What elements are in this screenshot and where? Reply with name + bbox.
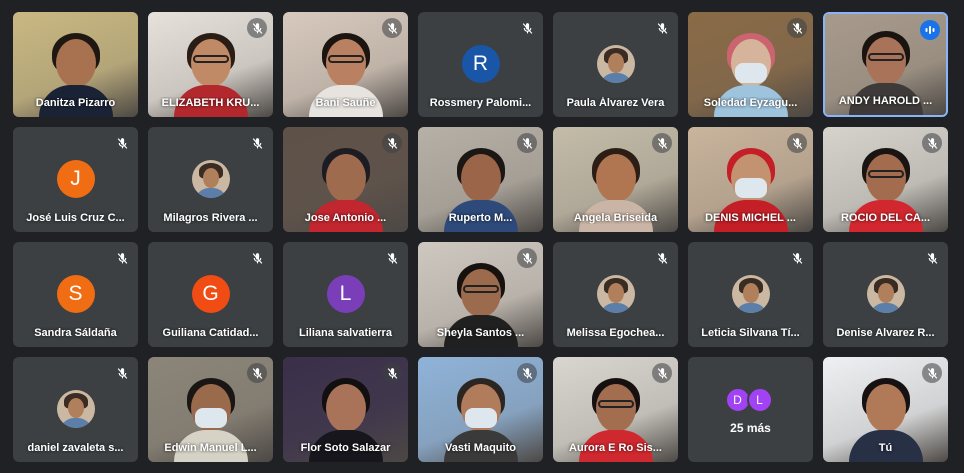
mic-off-icon: [382, 248, 402, 268]
participant-tile-sheyla-santos[interactable]: Sheyla Santos ...: [418, 242, 543, 347]
participant-tile-andy-harold[interactable]: ANDY HAROLD ...: [823, 12, 948, 117]
mic-off-icon: [112, 363, 132, 383]
avatar: J: [56, 160, 95, 198]
participant-tile-elizabeth-kru[interactable]: ELIZABETH KRU...: [148, 12, 273, 117]
mini-avatar: L: [746, 387, 773, 413]
avatar: G: [191, 275, 230, 313]
participant-tile-liliana-salvatierra[interactable]: L Liliana salvatierra: [283, 242, 408, 347]
mic-off-icon: [922, 248, 942, 268]
participant-tile-rocio-del-ca[interactable]: ROCIO DEL CA...: [823, 127, 948, 232]
mic-off-icon: [787, 18, 807, 38]
participant-name: Paula Álvarez Vera: [566, 97, 665, 109]
mic-off-icon: [517, 18, 537, 38]
participant-tile-angela-briseida[interactable]: Angela Briseida: [553, 127, 678, 232]
participant-tile-denis-michel[interactable]: DENIS MICHEL ...: [688, 127, 813, 232]
mic-off-icon: [652, 133, 672, 153]
avatar: L: [326, 275, 365, 313]
mic-off-icon: [787, 248, 807, 268]
participant-name: ANDY HAROLD ...: [838, 95, 933, 107]
mic-off-icon: [517, 133, 537, 153]
participant-name: Flor Soto Salazar: [300, 442, 391, 454]
participant-name: Rossmery Palomi...: [429, 97, 532, 109]
participant-name: Melissa Egochea...: [566, 327, 665, 339]
participant-tile-bani-saune[interactable]: Bani Sauñe: [283, 12, 408, 117]
mic-off-icon: [922, 363, 942, 383]
mic-off-icon: [112, 133, 132, 153]
participant-name: Jose Antonio ...: [304, 212, 387, 224]
mic-off-icon: [112, 248, 132, 268]
participant-tile-flor-soto-salazar[interactable]: Flor Soto Salazar: [283, 357, 408, 462]
mic-off-icon: [247, 133, 267, 153]
mic-off-icon: [247, 18, 267, 38]
avatar: [596, 275, 635, 313]
participant-name: ROCIO DEL CA...: [840, 212, 931, 224]
participant-tile-sandra-saldana[interactable]: S Sandra Sáldaña: [13, 242, 138, 347]
participant-name: Liliana salvatierra: [299, 327, 392, 339]
more-participants-label: 25 más: [730, 421, 771, 435]
mic-off-icon: [652, 248, 672, 268]
avatar: [191, 160, 230, 198]
participant-name: Danitza Pizarro: [35, 97, 116, 109]
participant-tile-edwin-manuel-l[interactable]: Edwin Manuel L...: [148, 357, 273, 462]
participant-tile-denise-alvarez-r[interactable]: Denise Alvarez R...: [823, 242, 948, 347]
mic-off-icon: [652, 18, 672, 38]
participant-tile-leticia-silvana-ti[interactable]: Leticia Silvana Tí...: [688, 242, 813, 347]
participant-tile-tu[interactable]: Tú: [823, 357, 948, 462]
participant-tile-danitza-pizarro[interactable]: Danitza Pizarro: [13, 12, 138, 117]
mic-off-icon: [247, 248, 267, 268]
mic-off-icon: [247, 363, 267, 383]
participant-tile-jose-luis-cruz-c[interactable]: J José Luis Cruz C...: [13, 127, 138, 232]
participant-name: Guiliana Catidad...: [162, 327, 259, 339]
participant-tile-milagros-rivera[interactable]: Milagros Rivera ...: [148, 127, 273, 232]
participant-tile-paula-alvarez-vera[interactable]: Paula Álvarez Vera: [553, 12, 678, 117]
participant-tile-25-mas[interactable]: D L 25 más: [688, 357, 813, 462]
avatar: [596, 45, 635, 83]
mic-off-icon: [382, 18, 402, 38]
mic-off-icon: [787, 133, 807, 153]
participant-name: Edwin Manuel L...: [164, 442, 257, 454]
participant-name: Aurora E Ro Sis...: [569, 442, 662, 454]
participant-name: Soledad Eyzagu...: [703, 97, 798, 109]
participant-tile-daniel-zavaleta-s[interactable]: daniel zavaleta s...: [13, 357, 138, 462]
avatar: [56, 390, 95, 428]
participant-name: Sandra Sáldaña: [34, 327, 117, 339]
avatar: [866, 275, 905, 313]
speaking-indicator-icon: [920, 20, 940, 40]
mic-off-icon: [652, 363, 672, 383]
participant-name: Angela Briseida: [573, 212, 658, 224]
participant-tile-rossmery-palomi[interactable]: R Rossmery Palomi...: [418, 12, 543, 117]
mic-off-icon: [922, 133, 942, 153]
more-participants-avatars: DL: [724, 387, 773, 413]
participant-tile-vasti-maquito[interactable]: Vasti Maquito: [418, 357, 543, 462]
mic-off-icon: [382, 133, 402, 153]
participant-grid: Danitza Pizarro ELIZABETH KRU... Bani Sauñ…: [13, 12, 948, 462]
participant-name: José Luis Cruz C...: [26, 212, 125, 224]
participant-name: ELIZABETH KRU...: [161, 97, 260, 109]
participant-name: Bani Sauñe: [315, 97, 376, 109]
participant-name: Vasti Maquito: [445, 442, 516, 454]
participant-name: Tú: [878, 442, 893, 454]
participant-tile-melissa-egochea[interactable]: Melissa Egochea...: [553, 242, 678, 347]
participant-tile-guiliana-catidad[interactable]: G Guiliana Catidad...: [148, 242, 273, 347]
participant-name: Denise Alvarez R...: [836, 327, 935, 339]
participant-name: Sheyla Santos ...: [436, 327, 525, 339]
avatar: R: [461, 45, 500, 83]
participant-tile-soledad-eyzagu[interactable]: Soledad Eyzagu...: [688, 12, 813, 117]
participant-name: Ruperto M...: [448, 212, 513, 224]
participant-tile-ruperto-m[interactable]: Ruperto M...: [418, 127, 543, 232]
avatar: [731, 275, 770, 313]
mic-off-icon: [382, 363, 402, 383]
participant-name: daniel zavaleta s...: [27, 442, 124, 454]
participant-name: DENIS MICHEL ...: [705, 212, 796, 224]
mic-off-icon: [517, 248, 537, 268]
avatar: S: [56, 275, 95, 313]
participant-name: Milagros Rivera ...: [163, 212, 258, 224]
participant-name: Leticia Silvana Tí...: [701, 327, 800, 339]
mic-off-icon: [517, 363, 537, 383]
participant-tile-aurora-e-ro-sis[interactable]: Aurora E Ro Sis...: [553, 357, 678, 462]
participant-tile-jose-antonio[interactable]: Jose Antonio ...: [283, 127, 408, 232]
